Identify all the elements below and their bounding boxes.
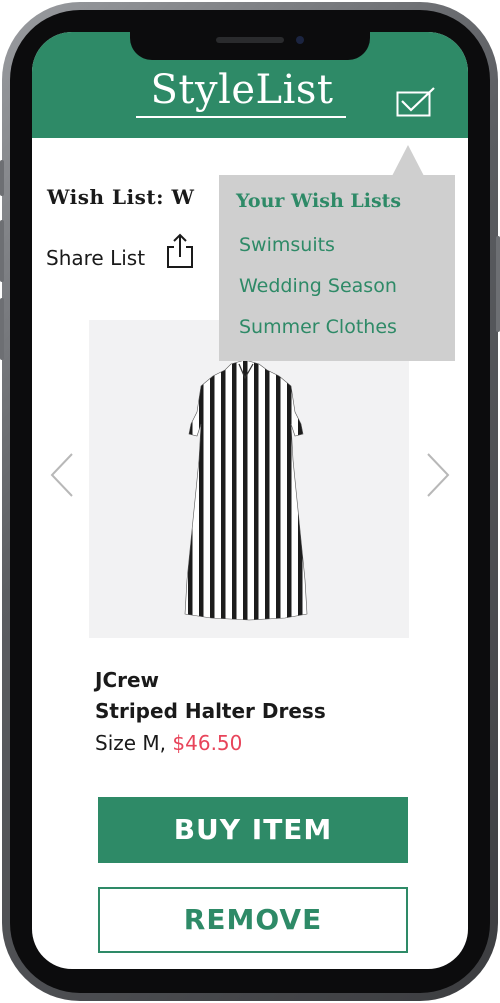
dropdown-item-summer-clothes[interactable]: Summer Clothes [239,316,397,338]
product-image[interactable] [89,320,409,638]
wishlist-title: Wish List: W [47,185,195,209]
product-size: Size M, [95,731,167,755]
power-button [496,236,500,332]
volume-up-button [0,220,4,282]
mute-switch [0,160,4,196]
app-screen: StyleList Wish List: W Share List Your W… [32,32,468,969]
dropdown-pointer [392,145,424,176]
dropdown-item-wedding-season[interactable]: Wedding Season [239,275,397,297]
product-name: Striped Halter Dress [95,699,326,723]
remove-button[interactable]: REMOVE [98,887,408,953]
chevron-right-icon[interactable] [426,452,450,498]
share-icon[interactable] [166,233,194,269]
product-brand: JCrew [95,668,160,692]
striped-dress-image [184,359,308,621]
product-price: $46.50 [172,731,243,755]
app-logo[interactable]: StyleList [136,68,348,112]
speaker [216,37,284,43]
share-list-link[interactable]: Share List [46,246,145,270]
logo-underline [136,116,346,118]
dropdown-title: Your Wish Lists [236,190,402,212]
volume-down-button [0,298,4,360]
chevron-left-icon[interactable] [50,452,74,498]
checkbox-check-icon[interactable] [396,86,436,118]
wishlist-dropdown: Your Wish Lists Swimsuits Wedding Season… [219,175,455,361]
notch [130,32,370,60]
buy-item-button[interactable]: BUY ITEM [98,797,408,863]
product-size-price: Size M, $46.50 [95,731,242,755]
dropdown-item-swimsuits[interactable]: Swimsuits [239,234,335,256]
front-camera [296,36,304,44]
